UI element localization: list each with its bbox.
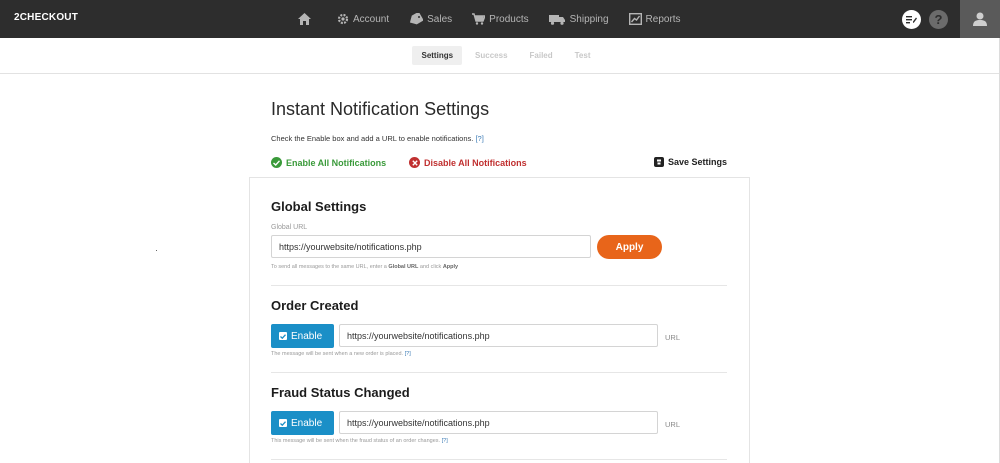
nav-shipping[interactable]: Shipping: [548, 13, 609, 25]
order-created-enable-button[interactable]: Enable: [271, 324, 334, 348]
list-edit-icon: [906, 15, 917, 23]
user-icon: [973, 12, 987, 26]
home-icon: [298, 13, 311, 25]
intro-label: Check the Enable box and add a URL to en…: [271, 134, 474, 143]
save-settings-button[interactable]: Save Settings: [653, 157, 727, 167]
top-right-controls: ?: [902, 0, 1000, 38]
fraud-status-help-link[interactable]: [?]: [442, 438, 448, 444]
nav-account[interactable]: Account: [337, 13, 389, 25]
enable-all-button[interactable]: Enable All Notifications: [271, 157, 386, 168]
intro-help-link[interactable]: [?]: [475, 134, 483, 143]
global-hint-bold-1: Global URL: [388, 264, 419, 270]
user-menu-button[interactable]: [960, 0, 1000, 38]
apply-button[interactable]: Apply: [597, 235, 662, 259]
fraud-status-enable-label: Enable: [291, 417, 323, 429]
chart-icon: [628, 13, 642, 25]
nav-sales-label: Sales: [427, 13, 453, 25]
nav-shipping-label: Shipping: [569, 13, 609, 25]
intro-text: Check the Enable box and add a URL to en…: [271, 134, 484, 143]
floppy-disk-icon: [653, 157, 664, 167]
help-button[interactable]: ?: [929, 9, 948, 29]
cart-icon: [472, 13, 486, 25]
nav-reports-label: Reports: [645, 13, 681, 25]
fraud-status-url-input[interactable]: [339, 411, 658, 434]
gear-icon: [337, 13, 349, 25]
nav-sales[interactable]: Sales: [409, 13, 452, 25]
x-circle-icon: [409, 157, 420, 168]
order-created-url-input[interactable]: [339, 324, 658, 347]
global-url-hint: To send all messages to the same URL, en…: [271, 264, 458, 270]
save-settings-label: Save Settings: [667, 157, 727, 167]
global-hint-pre: To send all messages to the same URL, en…: [271, 264, 389, 270]
tab-failed[interactable]: Failed: [521, 46, 562, 65]
page-title: Instant Notification Settings: [271, 99, 490, 119]
disable-all-label: Disable All Notifications: [424, 157, 527, 168]
order-created-url-suffix: URL: [665, 333, 681, 342]
stray-dot: [156, 250, 157, 251]
truck-icon: [548, 14, 565, 25]
divider: [271, 372, 727, 373]
order-created-title: Order Created: [271, 298, 359, 313]
order-created-help-link[interactable]: [?]: [405, 351, 411, 357]
fraud-status-hint: This message will be sent when the fraud…: [271, 438, 448, 444]
nav-products[interactable]: Products: [472, 13, 529, 25]
enable-all-label: Enable All Notifications: [286, 157, 387, 168]
order-created-hint-text: The message will be sent when a new orde…: [271, 351, 404, 357]
global-settings-title: Global Settings: [271, 199, 367, 214]
tab-settings[interactable]: Settings: [412, 46, 463, 65]
nav-home[interactable]: [298, 13, 315, 25]
fraud-status-title: Fraud Status Changed: [271, 385, 410, 400]
fraud-status-url-suffix: URL: [665, 420, 681, 429]
nav-account-label: Account: [353, 13, 390, 25]
nav-reports[interactable]: Reports: [628, 13, 681, 25]
global-hint-bold-2: Apply: [442, 264, 459, 270]
fraud-status-enable-button[interactable]: Enable: [271, 411, 334, 435]
global-hint-mid: and click: [418, 264, 443, 270]
check-circle-icon: [271, 157, 282, 168]
checkbox-checked-icon: [279, 419, 287, 427]
question-icon: ?: [934, 11, 943, 27]
tab-test[interactable]: Test: [566, 46, 600, 65]
notifications-button[interactable]: [902, 9, 921, 29]
order-created-hint: The message will be sent when a new orde…: [271, 351, 411, 357]
sub-navigation: Settings Success Failed Test: [0, 38, 1000, 74]
divider: [271, 459, 727, 460]
order-created-enable-label: Enable: [291, 330, 323, 342]
divider: [271, 285, 727, 286]
nav-products-label: Products: [489, 13, 529, 25]
brand-logo[interactable]: 2CHECKOUT: [14, 12, 78, 23]
tag-icon: [410, 13, 424, 25]
main-nav: Account Sales Products Shipping Reports: [298, 0, 701, 38]
checkbox-checked-icon: [279, 332, 287, 340]
fraud-status-hint-text: This message will be sent when the fraud…: [271, 438, 441, 444]
bulk-actions: Enable All Notifications Disable All Not…: [271, 157, 727, 171]
tab-success[interactable]: Success: [466, 46, 516, 65]
global-url-input[interactable]: [271, 235, 591, 258]
global-url-label: Global URL: [271, 224, 308, 231]
disable-all-button[interactable]: Disable All Notifications: [409, 157, 527, 168]
top-navigation-bar: 2CHECKOUT Account Sales Products Shippin…: [0, 0, 1000, 38]
